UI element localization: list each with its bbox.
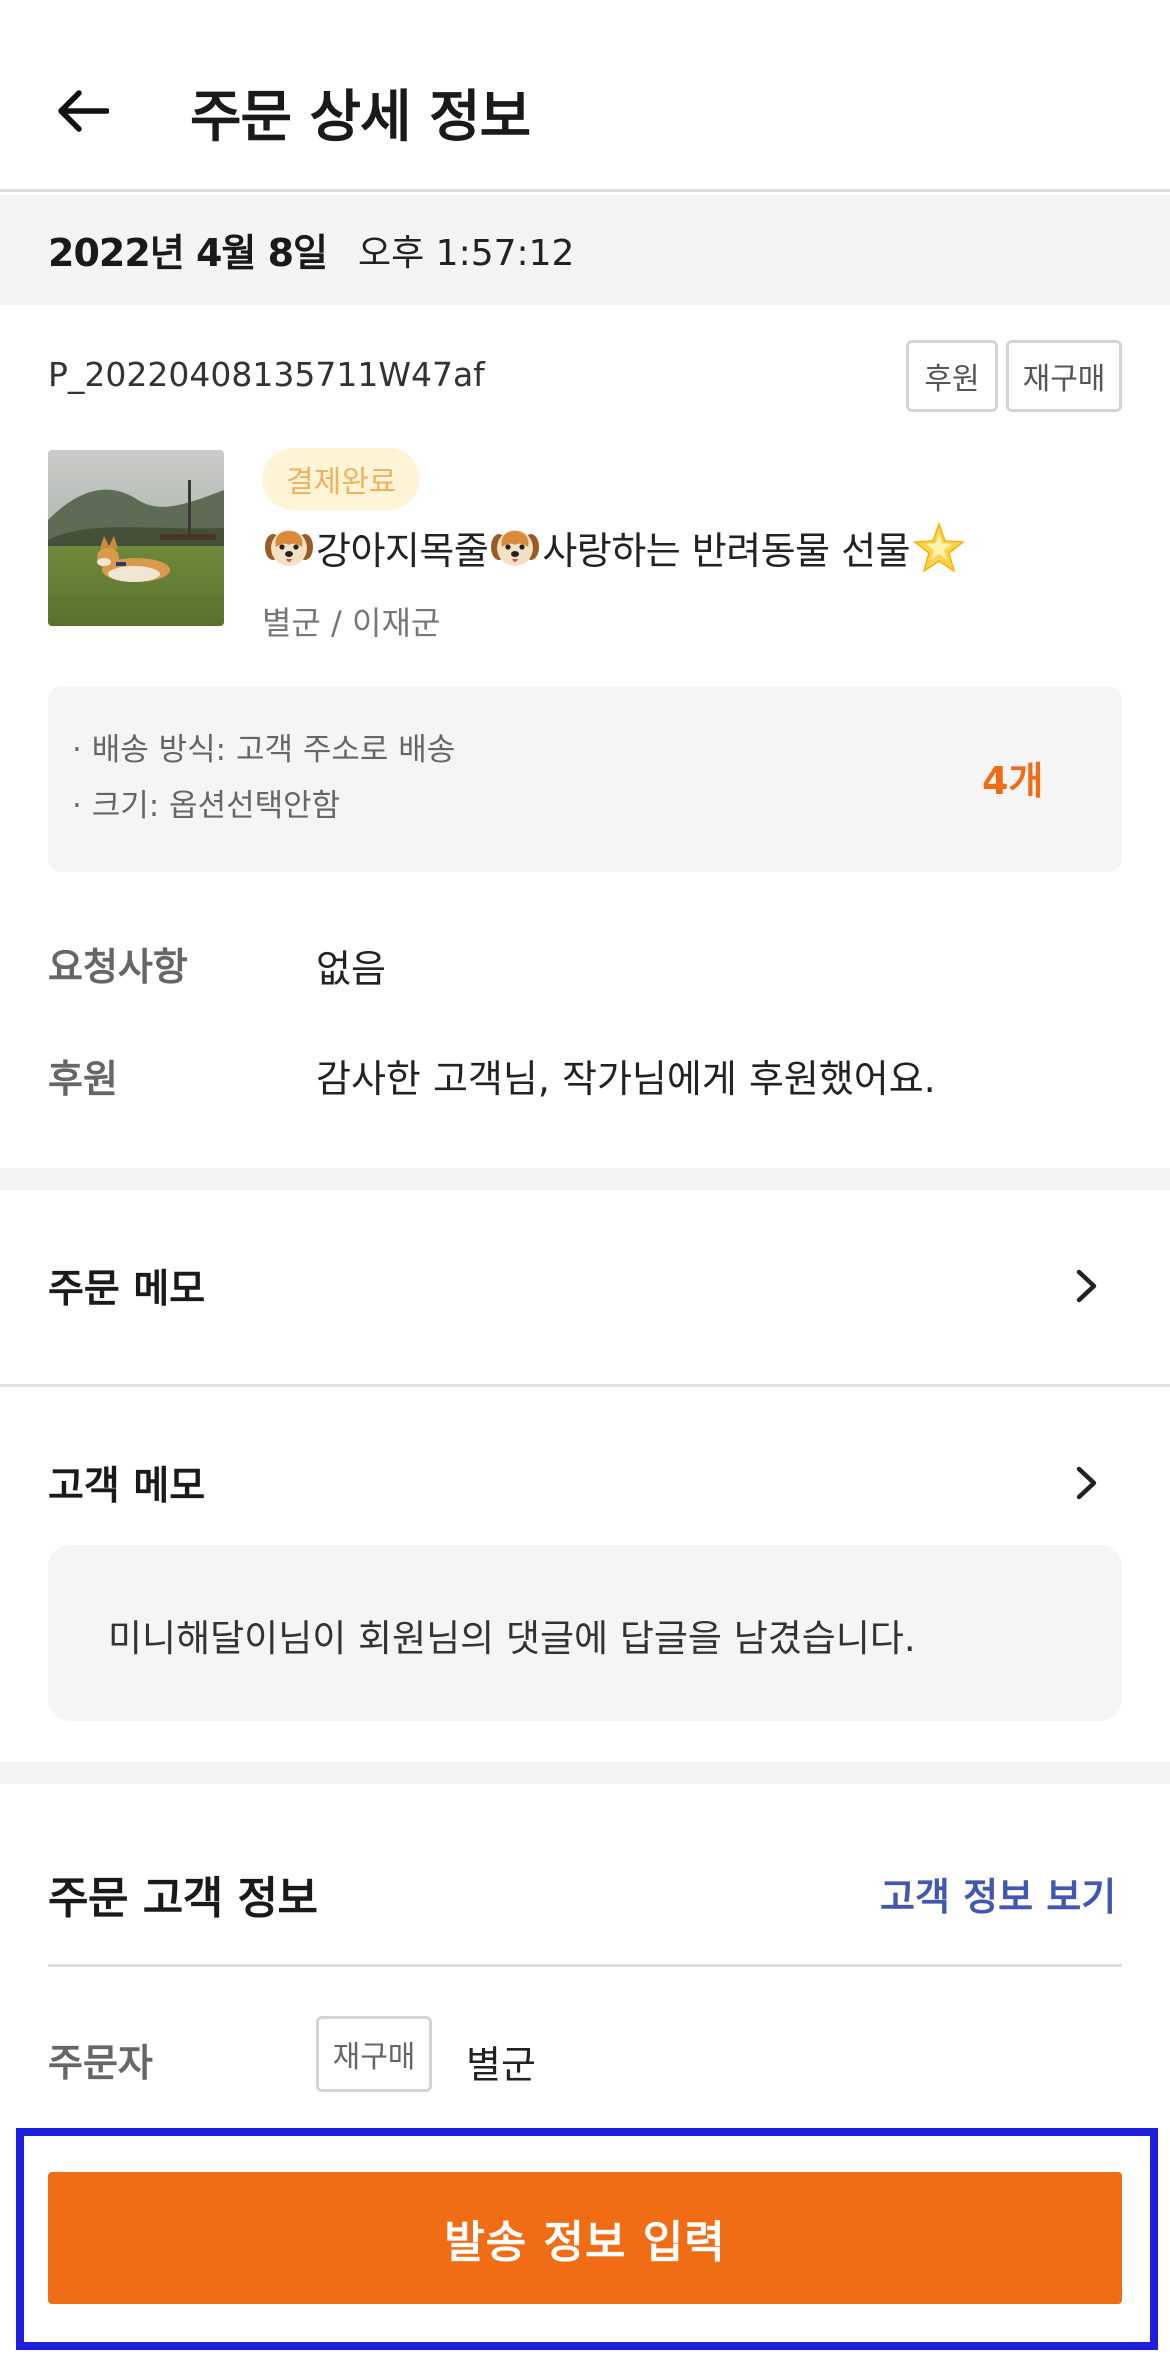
sponsor-label: 후원 (48, 1057, 118, 1101)
star-icon (913, 521, 966, 573)
customer-memo-row[interactable]: 고객 메모 (0, 1387, 1170, 1527)
request-value: 없음 (316, 947, 386, 991)
product-artist: 별군 / 이재군 (262, 604, 441, 642)
order-memo-title: 주문 메모 (48, 1267, 206, 1312)
sponsor-tag: 후원 (906, 340, 998, 412)
customer-info-divider (48, 1964, 1122, 1967)
order-time: 오후 1:57:12 (358, 233, 575, 274)
order-date: 2022년 4월 8일 (48, 231, 328, 275)
option-size: · 크기: 옵션선택안함 (72, 788, 341, 824)
arrow-left-icon (58, 90, 109, 132)
product-title[interactable]: 강아지목줄 사랑하는 반려동물 선물 (262, 520, 966, 575)
section-divider (0, 1168, 1170, 1190)
sponsor-value: 감사한 고객님, 작가님에게 후원했어요. (316, 1057, 936, 1101)
app-header: 주문 상세 정보 (0, 0, 1170, 192)
chevron-right-icon (1076, 1269, 1097, 1303)
product-title-part-1: 강아지목줄 (316, 529, 489, 573)
option-shipping-method: · 배송 방식: 고객 주소로 배송 (72, 732, 456, 768)
buyer-label: 주문자 (48, 2041, 153, 2085)
back-button[interactable] (48, 76, 118, 146)
customer-memo-text: 미니해달이님이 회원님의 댓글에 답글을 남겼습니다. (108, 1617, 916, 1660)
rebuy-tag: 재구매 (1006, 340, 1122, 412)
section-divider (0, 1762, 1170, 1784)
order-quantity: 4개 (982, 759, 1044, 803)
order-options-box (48, 686, 1122, 872)
customer-info-title: 주문 고객 정보 (48, 1873, 318, 1924)
order-memo-row[interactable]: 주문 메모 (0, 1190, 1170, 1380)
buyer-name: 별군 (466, 2043, 536, 2087)
buyer-rebuy-tag: 재구매 (316, 2016, 432, 2092)
order-id: P_20220408135711W47af (48, 355, 485, 394)
chevron-right-icon (1076, 1466, 1097, 1500)
order-detail-screen: 주문 상세 정보 2022년 4월 8일 오후 1:57:12 P_202204… (0, 0, 1170, 2369)
dog-face-icon (491, 529, 540, 566)
page-title: 주문 상세 정보 (190, 85, 531, 150)
payment-status-badge: 결제완료 (262, 448, 421, 510)
request-label: 요청사항 (48, 945, 188, 989)
product-title-part-2: 사랑하는 반려동물 선물 (542, 529, 911, 573)
product-thumbnail (48, 450, 224, 626)
dog-face-icon (265, 529, 313, 566)
enter-shipping-info-button[interactable]: 발송 정보 입력 (48, 2172, 1122, 2304)
view-customer-info-link[interactable]: 고객 정보 보기 (880, 1866, 1116, 1921)
customer-memo-title: 고객 메모 (48, 1464, 206, 1509)
